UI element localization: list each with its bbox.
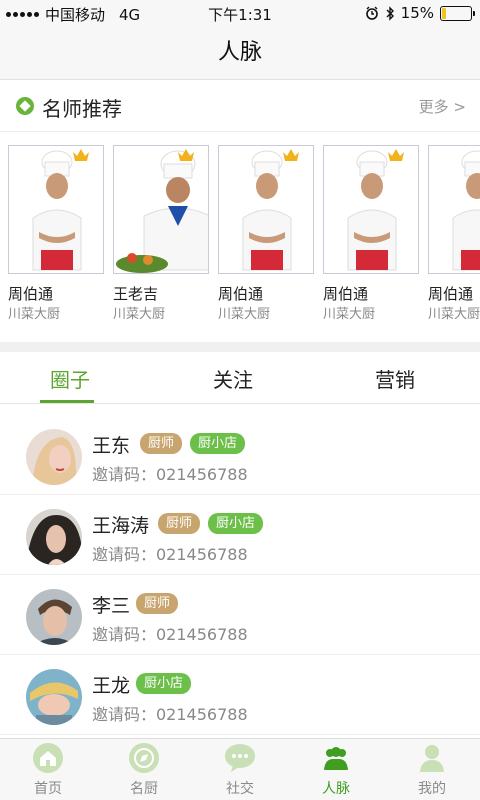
chef-card[interactable]: 王老吉 川菜大厨 [113, 145, 209, 322]
tabbar-label: 名厨 [130, 781, 158, 797]
tabbar-home[interactable]: 首页 [0, 743, 96, 798]
diamond-icon [16, 97, 34, 115]
chef-photo [113, 145, 209, 274]
avatar [26, 589, 82, 645]
active-tab-indicator [40, 400, 94, 403]
user-name: 王海涛 [92, 515, 150, 537]
chef-name: 周伯通 [218, 285, 264, 303]
avatar [26, 429, 82, 485]
tabbar-mine[interactable]: 我的 [384, 743, 480, 798]
chef-name: 王老吉 [113, 285, 159, 303]
tabbar-social[interactable]: 社交 [192, 743, 288, 798]
nav-bar: 人脉 [0, 26, 480, 80]
bottom-tab-bar: 首页 名厨 社交 人脉 我的 [0, 738, 480, 800]
chef-title: 川菜大厨 [323, 307, 376, 322]
invite-code: 邀请码：021456788 [92, 625, 248, 644]
chef-title: 川菜大厨 [8, 307, 61, 322]
recommend-title: 名师推荐 [42, 97, 122, 121]
recommend-header: 名师推荐 更多 > [0, 80, 480, 132]
user-name: 李三 [92, 595, 131, 617]
more-link[interactable]: 更多 > [419, 96, 466, 117]
section-divider [0, 342, 480, 352]
chef-photo [323, 145, 419, 274]
shop-badge: 厨小店 [190, 433, 246, 454]
list-item[interactable]: 王海涛 厨师 厨小店 邀请码：021456788 [0, 495, 480, 575]
alarm-icon [365, 6, 378, 20]
list-item[interactable]: 李三 厨师 邀请码：021456788 [0, 575, 480, 655]
tab-marketing[interactable]: 营销 [355, 364, 435, 393]
invite-code: 邀请码：021456788 [92, 465, 248, 484]
tabbar-label: 人脉 [322, 781, 350, 797]
shop-badge: 厨小店 [136, 673, 192, 694]
bluetooth-icon [386, 5, 394, 21]
chat-bubble-icon [225, 744, 255, 772]
invite-code: 邀请码：021456788 [92, 545, 248, 564]
crown-icon [388, 149, 404, 161]
user-name: 王龙 [92, 675, 131, 697]
chef-title: 川菜大厨 [428, 307, 480, 322]
tabbar-chefs[interactable]: 名厨 [96, 743, 192, 798]
crown-icon [283, 149, 299, 161]
compass-icon [129, 743, 159, 773]
contact-list[interactable]: 王东 厨师 厨小店 邀请码：021456788 王海涛 厨师 厨小店 邀请码：0… [0, 405, 480, 738]
chef-title: 川菜大厨 [113, 307, 166, 322]
crown-icon [178, 149, 194, 161]
chef-card[interactable]: 周伯通 川菜大厨 [428, 145, 480, 322]
page-title: 人脉 [217, 40, 262, 65]
list-item[interactable]: 王东 厨师 厨小店 邀请码：021456788 [0, 415, 480, 495]
tab-follow[interactable]: 关注 [193, 364, 273, 393]
chef-badge: 厨师 [158, 513, 201, 534]
home-icon [33, 743, 63, 773]
chef-name: 周伯通 [428, 285, 474, 303]
chef-carousel[interactable]: 周伯通 川菜大厨 王老吉 川菜大厨 周伯通 川菜大厨 周伯通 川菜大厨 周伯通 … [0, 132, 480, 342]
chef-photo [428, 145, 480, 274]
tabbar-label: 首页 [34, 781, 62, 797]
battery-percent: 15% [400, 4, 434, 22]
tabbar-label: 我的 [418, 781, 446, 797]
segment-tabs: 圈子 关注 营销 [0, 352, 480, 404]
chef-name: 周伯通 [323, 285, 369, 303]
tabbar-network[interactable]: 人脉 [288, 743, 384, 798]
tab-circle[interactable]: 圈子 [30, 364, 110, 393]
crown-icon [73, 149, 89, 161]
status-bar: 中国移动 4G 下午1:31 15% [0, 0, 480, 26]
chef-card[interactable]: 周伯通 川菜大厨 [218, 145, 314, 322]
chef-badge: 厨师 [140, 433, 183, 454]
chef-title: 川菜大厨 [218, 307, 271, 322]
user-icon [420, 745, 444, 772]
avatar [26, 669, 82, 725]
chef-card[interactable]: 周伯通 川菜大厨 [8, 145, 104, 322]
list-item[interactable]: 王龙 厨小店 邀请码：021456788 [0, 655, 480, 735]
avatar [26, 509, 82, 565]
chef-name: 周伯通 [8, 285, 54, 303]
chef-photo [218, 145, 314, 274]
people-icon [324, 747, 348, 770]
user-name: 王东 [92, 435, 131, 457]
shop-badge: 厨小店 [208, 513, 264, 534]
chef-badge: 厨师 [136, 593, 179, 614]
chef-card[interactable]: 周伯通 川菜大厨 [323, 145, 419, 322]
tabbar-label: 社交 [226, 781, 254, 797]
battery-icon [440, 5, 475, 21]
chef-photo [8, 145, 104, 274]
status-right: 15% [365, 4, 475, 22]
invite-code: 邀请码：021456788 [92, 705, 248, 724]
